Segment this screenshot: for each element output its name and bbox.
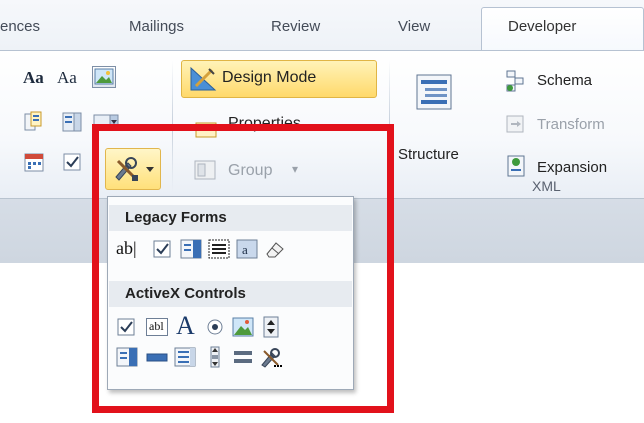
- combo-box-control-icon[interactable]: [60, 110, 84, 134]
- rich-text-control-button[interactable]: Aa: [23, 68, 44, 88]
- expansion-packs-icon: [507, 155, 525, 177]
- transformation-label: Transform: [537, 116, 605, 133]
- picture-control-icon[interactable]: [92, 66, 116, 88]
- tab-developer[interactable]: Developer: [481, 7, 644, 51]
- tab-developer-label: Developer: [508, 18, 577, 35]
- design-mode-icon: [190, 66, 217, 91]
- transformation-button[interactable]: Transform: [503, 110, 644, 138]
- date-picker-control-icon[interactable]: [22, 150, 46, 174]
- transformation-icon: [506, 115, 524, 133]
- expansion-packs-button[interactable]: Expansion: [503, 152, 644, 182]
- red-highlight-frame: [92, 124, 394, 413]
- structure-button[interactable]: Structure: [398, 58, 490, 178]
- design-mode-label: Design Mode: [222, 69, 317, 86]
- structure-label: Structure: [398, 146, 459, 163]
- tab-mailings[interactable]: Mailings: [129, 18, 184, 35]
- building-block-gallery-icon[interactable]: [22, 110, 46, 134]
- design-mode-button[interactable]: Design Mode: [181, 60, 377, 98]
- schema-icon: [506, 70, 524, 92]
- schema-button[interactable]: Schema: [503, 66, 643, 94]
- ribbon-tab-strip: ences Mailings Review View Developer: [0, 0, 644, 51]
- structure-icon: [416, 74, 452, 110]
- plain-text-control-button[interactable]: Aa: [57, 68, 77, 88]
- schema-label: Schema: [537, 72, 593, 89]
- expansion-packs-label: Expansion: [537, 159, 608, 176]
- xml-group-label: XML: [532, 178, 561, 194]
- check-box-control-icon[interactable]: [60, 150, 84, 174]
- tab-view[interactable]: View: [398, 18, 430, 35]
- tab-references[interactable]: ences: [0, 18, 40, 35]
- tab-review[interactable]: Review: [271, 18, 320, 35]
